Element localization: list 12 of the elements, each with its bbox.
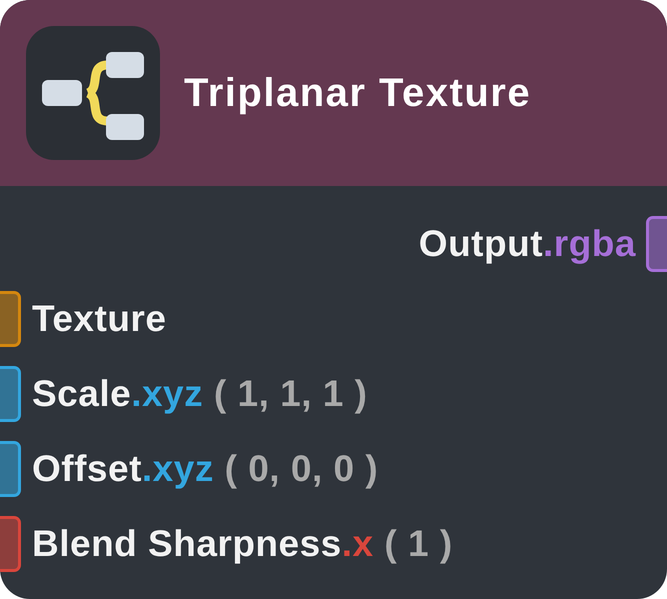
port-label: Offset.xyz ( 0, 0, 0 ) xyxy=(32,446,378,491)
port-label: Scale.xyz ( 1, 1, 1 ) xyxy=(32,372,368,416)
port-label: Blend Sharpness.x ( 1 ) xyxy=(32,522,453,566)
input-port[interactable] xyxy=(0,366,21,422)
input-port[interactable] xyxy=(0,290,21,346)
input-port[interactable] xyxy=(0,440,21,496)
input-port[interactable] xyxy=(0,516,21,572)
node-graph-icon xyxy=(26,26,160,160)
port-label: Output.rgba xyxy=(418,222,636,266)
port-label: Texture xyxy=(32,296,166,341)
output-port[interactable] xyxy=(646,216,667,272)
node-title: Triplanar Texture xyxy=(184,70,532,117)
